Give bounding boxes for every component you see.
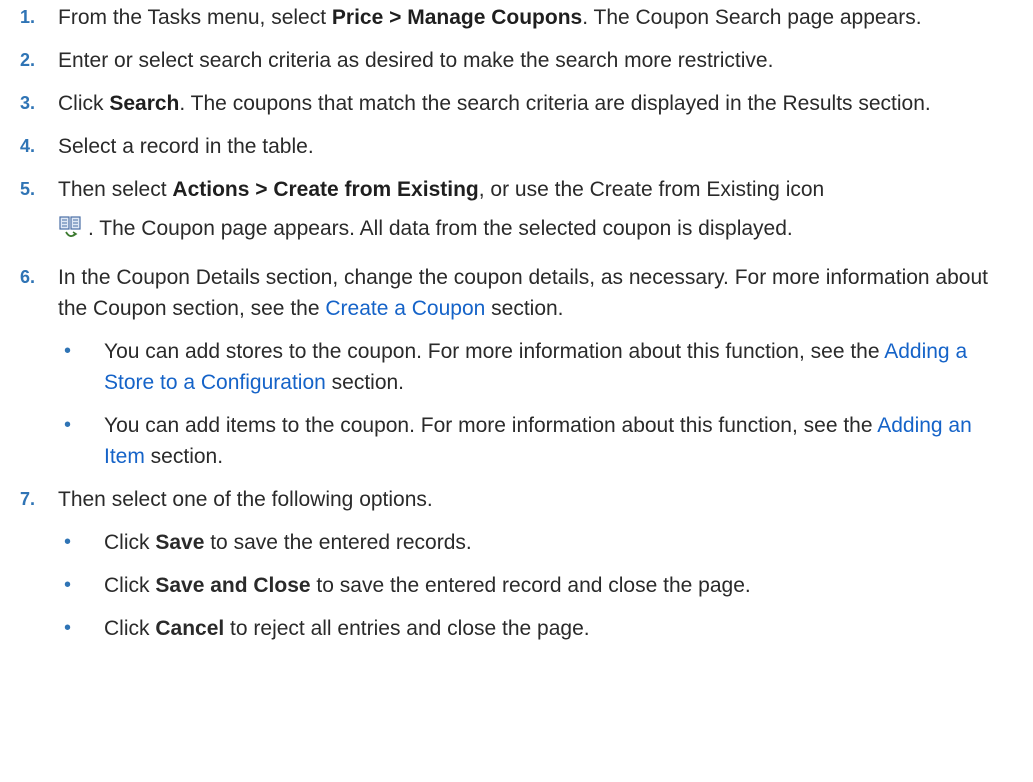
bullet-marker: • [64, 617, 72, 639]
bullet-marker: • [64, 531, 72, 553]
button-name: Cancel [155, 617, 225, 640]
step-2: 2. Enter or select search criteria as de… [0, 45, 1033, 76]
bullet-list: • Click Save to save the entered records… [58, 527, 1013, 644]
step-text: In the Coupon Details section, change th… [58, 266, 988, 320]
step-text: Then select Actions > Create from Existi… [58, 178, 1013, 250]
step-5: 5. Then select Actions > Create from Exi… [0, 174, 1033, 250]
step-4: 4. Select a record in the table. [0, 131, 1033, 162]
step-number: 1. [20, 7, 36, 27]
bullet-marker: • [64, 574, 72, 596]
step-number: 5. [20, 179, 36, 199]
button-name: Search [109, 92, 180, 115]
procedure-document: 1. From the Tasks menu, select Price > M… [0, 0, 1033, 644]
step-text: Select a record in the table. [58, 135, 314, 158]
step-3: 3. Click Search. The coupons that match … [0, 88, 1033, 119]
step-number: 7. [20, 489, 36, 509]
list-item: • Click Save and Close to save the enter… [58, 570, 1013, 601]
step-number: 4. [20, 136, 36, 156]
list-item: • You can add items to the coupon. For m… [58, 410, 1013, 472]
step-6: 6. In the Coupon Details section, change… [0, 262, 1033, 472]
step-7: 7. Then select one of the following opti… [0, 484, 1033, 644]
step-text: From the Tasks menu, select Price > Mana… [58, 6, 922, 29]
create-coupon-link[interactable]: Create a Coupon [325, 297, 485, 320]
list-item: • You can add stores to the coupon. For … [58, 336, 1013, 398]
step-1: 1. From the Tasks menu, select Price > M… [0, 2, 1033, 33]
bullet-marker: • [64, 414, 72, 436]
step-number: 6. [20, 267, 36, 287]
bullet-marker: • [64, 340, 72, 362]
step-text: Then select one of the following options… [58, 488, 433, 511]
button-name: Save [155, 531, 205, 554]
create-from-existing-icon [58, 215, 84, 250]
step-number: 3. [20, 93, 36, 113]
bullet-list: • You can add stores to the coupon. For … [58, 336, 1013, 472]
menu-path: Price > Manage Coupons [331, 6, 583, 29]
menu-path: Actions > Create from Existing [172, 178, 479, 201]
button-name: Save and Close [155, 574, 311, 597]
step-number: 2. [20, 50, 36, 70]
list-item: • Click Save to save the entered records… [58, 527, 1013, 558]
step-text: Enter or select search criteria as desir… [58, 49, 774, 72]
step-text: Click Search. The coupons that match the… [58, 92, 931, 115]
list-item: • Click Cancel to reject all entries and… [58, 613, 1013, 644]
